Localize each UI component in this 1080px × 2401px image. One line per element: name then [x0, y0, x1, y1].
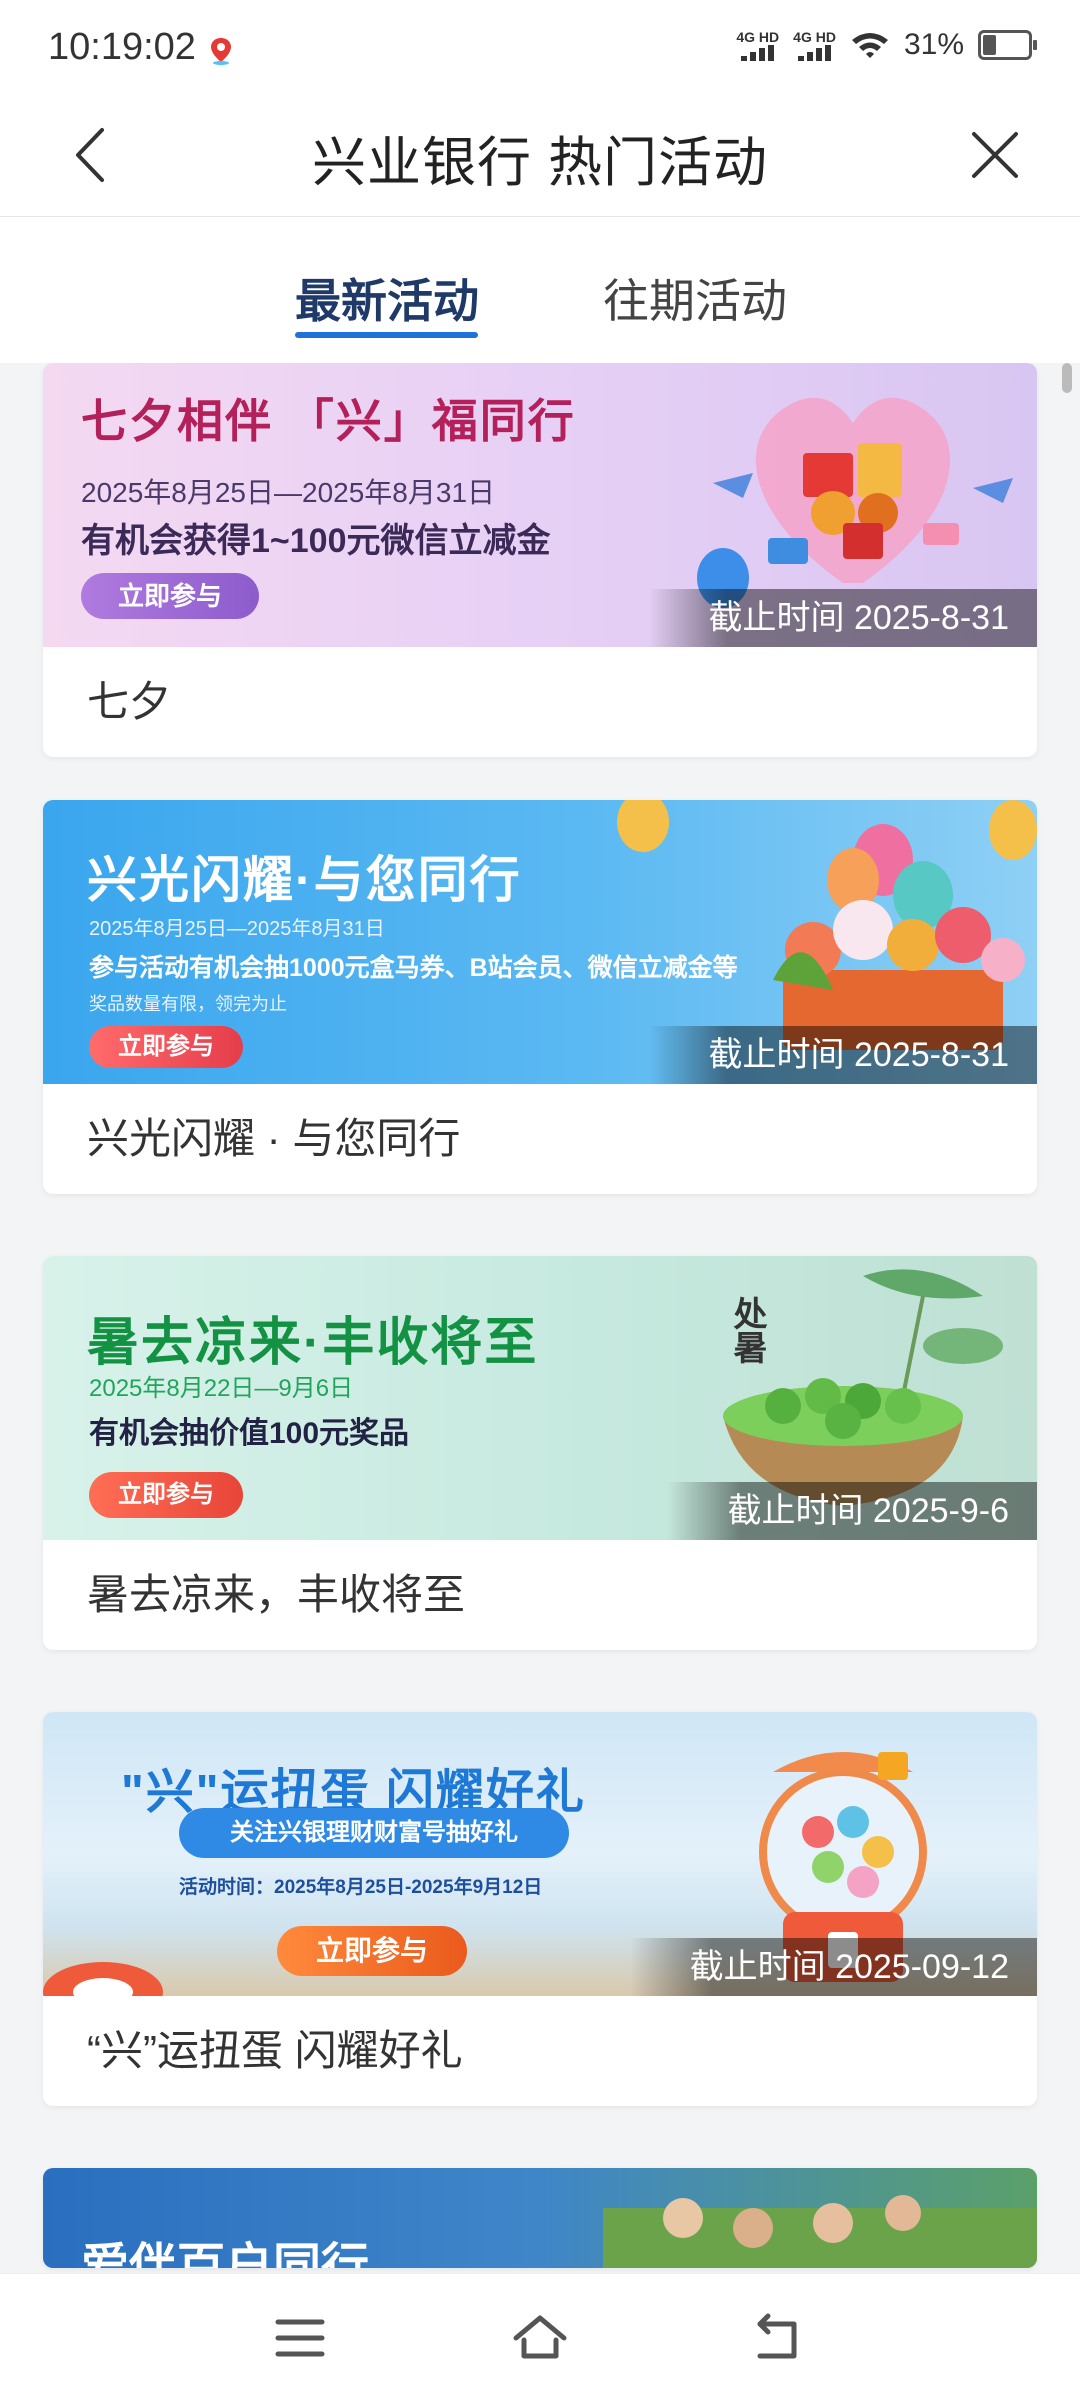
- banner-date: 2025年8月22日—9月6日: [89, 1375, 354, 1402]
- banner-date: 2025年8月25日—2025年8月31日: [81, 477, 496, 508]
- activity-card[interactable]: 爱伴百户同行: [43, 2168, 1037, 2268]
- active-tab-indicator: [295, 332, 478, 338]
- scrollbar[interactable]: [1062, 363, 1072, 393]
- app-header: 兴业银行 热门活动: [0, 100, 1080, 217]
- deadline-label: 截止时间 2025-09-12: [629, 1938, 1037, 1996]
- activity-banner[interactable]: 处暑 暑去凉来·丰收将至 2025年8月22日—9月6日 有机会抽价值100元奖…: [43, 1256, 1037, 1540]
- activity-card[interactable]: 处暑 暑去凉来·丰收将至 2025年8月22日—9月6日 有机会抽价值100元奖…: [43, 1256, 1037, 1650]
- banner-title: 爱伴百户同行: [81, 2240, 370, 2268]
- banner-subtitle: 关注兴银理财财富号抽好礼: [179, 1808, 569, 1858]
- activity-banner[interactable]: 爱伴百户同行: [43, 2168, 1037, 2268]
- life-ring-illustration: [43, 1962, 163, 1996]
- system-nav-bar: [0, 2273, 1080, 2401]
- battery-icon: [978, 30, 1037, 60]
- banner-title: 暑去凉来·丰收将至: [87, 1314, 539, 1372]
- home-icon[interactable]: [510, 2310, 570, 2366]
- activity-card[interactable]: "兴"运扭蛋 闪耀好礼 关注兴银理财财富号抽好礼 活动时间：2025年8月25日…: [43, 1712, 1037, 2106]
- deadline-label: 截止时间 2025-9-6: [667, 1482, 1037, 1540]
- banner-date: 2025年8月25日—2025年8月31日: [89, 918, 385, 940]
- banner-description: 参与活动有机会抽1000元盒马券、B站会员、微信立减金等: [89, 954, 738, 982]
- banner-description: 有机会抽价值100元奖品: [89, 1417, 410, 1450]
- banner-title: 兴光闪耀·与您同行: [87, 852, 522, 908]
- join-button[interactable]: 立即参与: [89, 1472, 243, 1518]
- status-time: 10:19:02: [48, 26, 196, 68]
- tab-bar: 最新活动 往期活动: [0, 217, 1080, 363]
- activity-banner[interactable]: "兴"运扭蛋 闪耀好礼 关注兴银理财财富号抽好礼 活动时间：2025年8月25日…: [43, 1712, 1037, 1996]
- status-bar: 10:19:02 4G HD 4G HD 31%: [0, 0, 1080, 100]
- card-title[interactable]: 暑去凉来，丰收将至: [43, 1540, 1037, 1650]
- status-icons: 4G HD 4G HD 31%: [736, 28, 1037, 62]
- join-button[interactable]: 立即参与: [89, 1026, 243, 1068]
- tab-past[interactable]: 往期活动: [603, 265, 787, 331]
- card-title[interactable]: “兴”运扭蛋 闪耀好礼: [43, 1996, 1037, 2106]
- tab-latest[interactable]: 最新活动: [295, 265, 479, 331]
- signal-sim2-icon: 4G HD: [793, 29, 836, 61]
- menu-icon[interactable]: [270, 2310, 330, 2366]
- join-button[interactable]: 立即参与: [277, 1926, 467, 1976]
- activity-card[interactable]: 七夕相伴 「兴」福同行 2025年8月25日—2025年8月31日 有机会获得1…: [43, 363, 1037, 757]
- close-icon[interactable]: [960, 120, 1030, 190]
- back-icon[interactable]: [750, 2310, 810, 2366]
- activity-list[interactable]: 七夕相伴 「兴」福同行 2025年8月25日—2025年8月31日 有机会获得1…: [0, 363, 1080, 2273]
- banner-description: 有机会获得1~100元微信立减金: [81, 522, 551, 560]
- wifi-icon: [851, 33, 888, 58]
- page-title: 兴业银行 热门活动: [311, 133, 768, 193]
- banner-note: 奖品数量有限，领完为止: [89, 994, 287, 1014]
- banner-badge: 处暑: [728, 1296, 766, 1364]
- battery-percent: 31%: [903, 28, 964, 61]
- card-title[interactable]: 兴光闪耀 · 与您同行: [43, 1084, 1037, 1194]
- deadline-label: 截止时间 2025-8-31: [648, 1026, 1037, 1084]
- activity-card[interactable]: 兴光闪耀·与您同行 2025年8月25日—2025年8月31日 参与活动有机会抽…: [43, 800, 1037, 1194]
- deadline-label: 截止时间 2025-8-31: [648, 589, 1037, 647]
- people-grass-illustration: [603, 2195, 1037, 2268]
- activity-banner[interactable]: 七夕相伴 「兴」福同行 2025年8月25日—2025年8月31日 有机会获得1…: [43, 363, 1037, 647]
- location-app-icon: [211, 38, 231, 65]
- card-title[interactable]: 七夕: [43, 647, 1037, 757]
- banner-title: 七夕相伴 「兴」福同行: [81, 395, 576, 447]
- activity-banner[interactable]: 兴光闪耀·与您同行 2025年8月25日—2025年8月31日 参与活动有机会抽…: [43, 800, 1037, 1084]
- signal-sim1-icon: 4G HD: [736, 29, 779, 61]
- banner-date: 活动时间：2025年8月25日-2025年9月12日: [179, 1877, 543, 1898]
- join-button[interactable]: 立即参与: [81, 573, 259, 619]
